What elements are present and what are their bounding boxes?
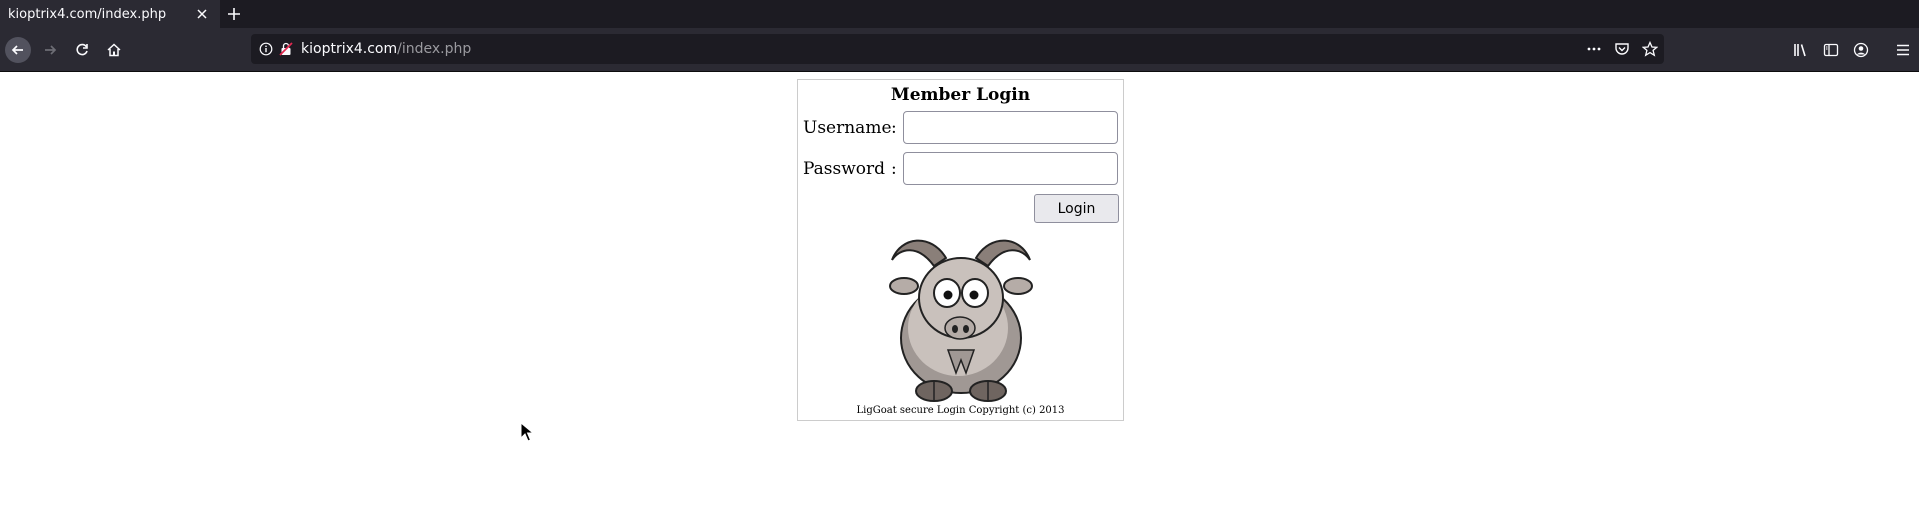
reload-icon[interactable] bbox=[69, 37, 95, 63]
hamburger-menu-icon[interactable] bbox=[1895, 42, 1911, 58]
url-actions bbox=[1586, 34, 1658, 64]
arrow-left-icon[interactable] bbox=[5, 36, 31, 63]
goat-mascot-image bbox=[889, 239, 1033, 402]
mouse-pointer-icon bbox=[520, 422, 534, 442]
toolbar-right bbox=[1793, 28, 1911, 71]
tab-strip: kioptrix4.com/index.php bbox=[0, 0, 1919, 28]
arrow-right-icon[interactable] bbox=[37, 37, 63, 63]
url-path: /index.php bbox=[397, 41, 472, 57]
star-icon[interactable] bbox=[1642, 41, 1658, 57]
password-label: Password bbox=[803, 159, 886, 179]
account-icon[interactable] bbox=[1853, 42, 1869, 58]
username-label: Username bbox=[803, 118, 892, 138]
home-icon[interactable] bbox=[101, 37, 127, 63]
login-button[interactable]: Login bbox=[1034, 194, 1119, 223]
password-colon: : bbox=[891, 159, 897, 179]
nav-toolbar: kioptrix4.com/index.php bbox=[0, 28, 1919, 72]
url-bar[interactable]: kioptrix4.com/index.php bbox=[251, 34, 1664, 64]
close-icon[interactable] bbox=[194, 6, 210, 22]
library-icon[interactable] bbox=[1793, 42, 1809, 58]
copyright-text: LigGoat secure Login Copyright (c) 2013 bbox=[856, 405, 1065, 416]
insecure-lock-icon[interactable] bbox=[279, 42, 293, 56]
info-icon[interactable] bbox=[259, 42, 273, 56]
password-input[interactable] bbox=[903, 152, 1118, 185]
username-input[interactable] bbox=[903, 111, 1118, 144]
sidebar-icon[interactable] bbox=[1823, 42, 1839, 58]
plus-icon[interactable] bbox=[220, 0, 248, 28]
url-host: kioptrix4.com bbox=[301, 41, 398, 57]
pocket-icon[interactable] bbox=[1614, 41, 1630, 57]
tab-title: kioptrix4.com/index.php bbox=[8, 6, 167, 22]
active-tab[interactable]: kioptrix4.com/index.php bbox=[0, 0, 220, 28]
more-dots-icon[interactable] bbox=[1586, 41, 1602, 57]
username-colon: : bbox=[891, 118, 897, 138]
url-text: kioptrix4.com/index.php bbox=[301, 41, 471, 57]
login-title: Member Login bbox=[890, 85, 1031, 105]
login-box: Member Login Username : Password : Login bbox=[797, 79, 1124, 421]
